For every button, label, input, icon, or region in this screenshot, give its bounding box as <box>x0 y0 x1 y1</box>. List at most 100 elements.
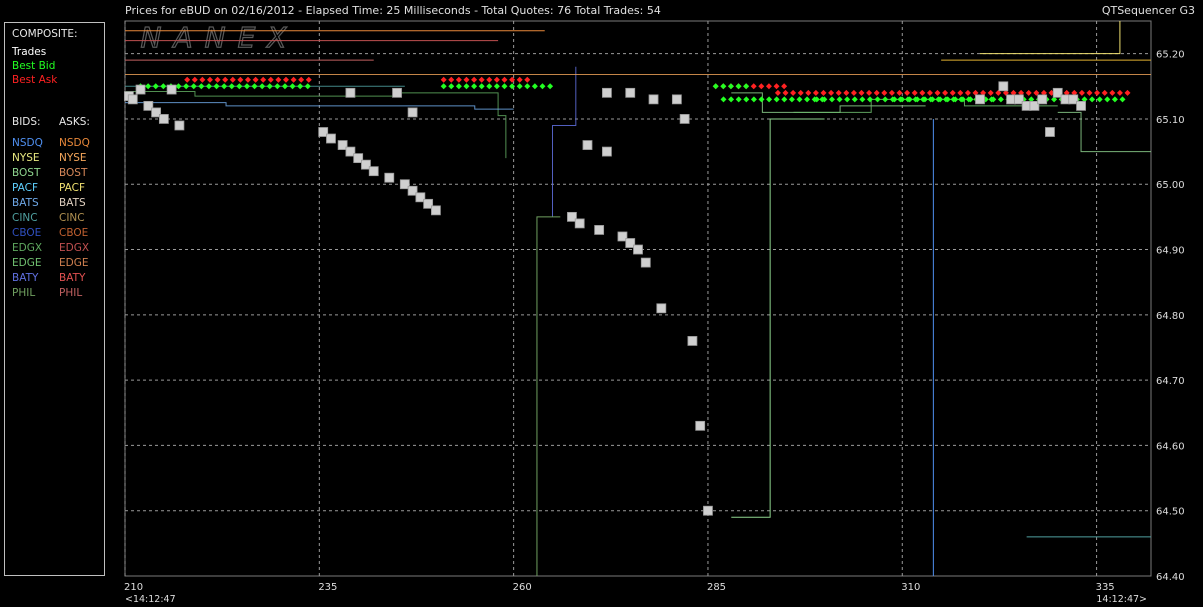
best-bid-marker <box>213 83 220 90</box>
best-ask-marker <box>1063 89 1070 96</box>
best-bid-marker <box>781 96 788 103</box>
trade-marker <box>625 238 636 248</box>
y-tick-label: 65.10 <box>1156 115 1185 126</box>
best-ask-marker <box>1056 89 1063 96</box>
y-tick-label: 65.00 <box>1156 180 1185 191</box>
best-bid-marker <box>463 83 470 90</box>
best-bid-marker <box>547 83 554 90</box>
best-bid-marker <box>1005 96 1012 103</box>
best-bid-marker <box>804 96 811 103</box>
best-bid-marker <box>735 83 742 90</box>
best-bid-marker <box>866 96 873 103</box>
y-tick-label: 65.20 <box>1156 50 1185 61</box>
trade-marker <box>617 231 628 242</box>
best-ask-marker <box>773 83 780 90</box>
trade-marker <box>567 211 577 222</box>
best-ask-marker <box>797 89 804 96</box>
best-ask-marker <box>229 76 236 83</box>
best-ask-marker <box>1101 89 1108 96</box>
best-ask-marker <box>790 89 797 96</box>
y-tick-label: 64.40 <box>1156 572 1185 583</box>
best-bid-marker <box>750 96 757 103</box>
best-ask-marker <box>782 89 789 96</box>
best-bid-marker <box>958 96 965 103</box>
trade-marker <box>423 198 434 209</box>
best-bid-marker <box>236 83 243 90</box>
exchange-quote-line <box>552 66 577 217</box>
trade-marker <box>703 505 713 516</box>
best-bid-marker <box>937 96 944 103</box>
legend-bid-bost: BOST <box>12 167 41 179</box>
best-bid-marker <box>743 96 750 103</box>
best-bid-marker <box>1119 96 1126 103</box>
best-ask-marker <box>275 76 282 83</box>
trade-marker <box>399 179 410 190</box>
best-ask-marker <box>1094 89 1101 96</box>
best-ask-marker <box>820 89 827 96</box>
best-ask-marker <box>440 76 447 83</box>
legend-ask-baty: BATY <box>59 272 86 284</box>
y-tick-label: 64.50 <box>1156 507 1185 518</box>
legend-best-bid: Best Bid <box>12 60 56 72</box>
best-ask-marker <box>1109 89 1116 96</box>
best-bid-marker <box>145 83 152 90</box>
best-bid-marker <box>1043 96 1050 103</box>
best-bid-marker <box>448 83 455 90</box>
legend-bid-edgx: EDGX <box>12 242 43 254</box>
best-ask-marker <box>896 89 903 96</box>
best-bid-marker <box>921 96 928 103</box>
best-ask-marker <box>828 89 835 96</box>
best-ask-marker <box>486 76 493 83</box>
best-bid-marker <box>927 96 934 103</box>
trade-marker <box>1052 87 1063 98</box>
best-bid-marker <box>152 83 159 90</box>
best-bid-marker <box>773 96 780 103</box>
best-bid-marker <box>982 96 989 103</box>
best-bid-marker <box>920 96 927 103</box>
best-ask-marker <box>252 76 259 83</box>
legend-bid-cinc: CINC <box>12 212 38 224</box>
legend-trades: Trades <box>12 46 47 58</box>
best-bid-marker <box>720 83 727 90</box>
best-bid-marker <box>501 83 508 90</box>
y-tick-label: 64.80 <box>1156 311 1185 322</box>
best-bid-marker <box>965 96 972 103</box>
best-bid-marker <box>851 96 858 103</box>
best-bid-marker <box>859 96 866 103</box>
best-ask-marker <box>750 83 757 90</box>
best-bid-marker <box>973 96 980 103</box>
trade-marker <box>345 146 356 157</box>
best-bid-marker <box>509 83 516 90</box>
exchange-quote-line <box>125 102 514 110</box>
best-bid-marker <box>967 96 974 103</box>
best-bid-marker <box>1081 96 1088 103</box>
best-ask-marker <box>471 76 478 83</box>
best-bid-marker <box>889 96 896 103</box>
legend-bid-bats: BATS <box>12 197 39 209</box>
best-bid-marker <box>950 96 957 103</box>
exchange-quote-line <box>731 118 825 518</box>
best-ask-marker <box>911 89 918 96</box>
best-ask-marker <box>237 76 244 83</box>
trade-marker <box>318 127 329 137</box>
best-ask-marker <box>448 76 455 83</box>
best-bid-marker <box>980 96 987 103</box>
trade-marker <box>407 185 418 196</box>
trade-marker <box>602 87 612 98</box>
y-tick-label: 64.90 <box>1156 246 1185 257</box>
best-bid-marker <box>160 83 167 90</box>
legend-bid-pacf: PACF <box>12 182 39 194</box>
best-ask-marker <box>206 76 213 83</box>
watermark-text: NANEX <box>141 21 299 54</box>
best-bid-marker <box>743 83 750 90</box>
best-ask-marker <box>1071 89 1078 96</box>
legend-best-ask: Best Ask <box>12 74 58 86</box>
best-bid-marker <box>455 83 462 90</box>
best-bid-marker <box>727 83 734 90</box>
x-tick-label: 260 <box>513 582 532 593</box>
best-bid-marker <box>539 83 546 90</box>
trade-marker <box>337 140 348 150</box>
trade-marker <box>353 153 364 164</box>
best-bid-marker <box>1035 96 1042 103</box>
title-bar: Prices for eBUD on 02/16/2012 - Elapsed … <box>0 0 1203 20</box>
